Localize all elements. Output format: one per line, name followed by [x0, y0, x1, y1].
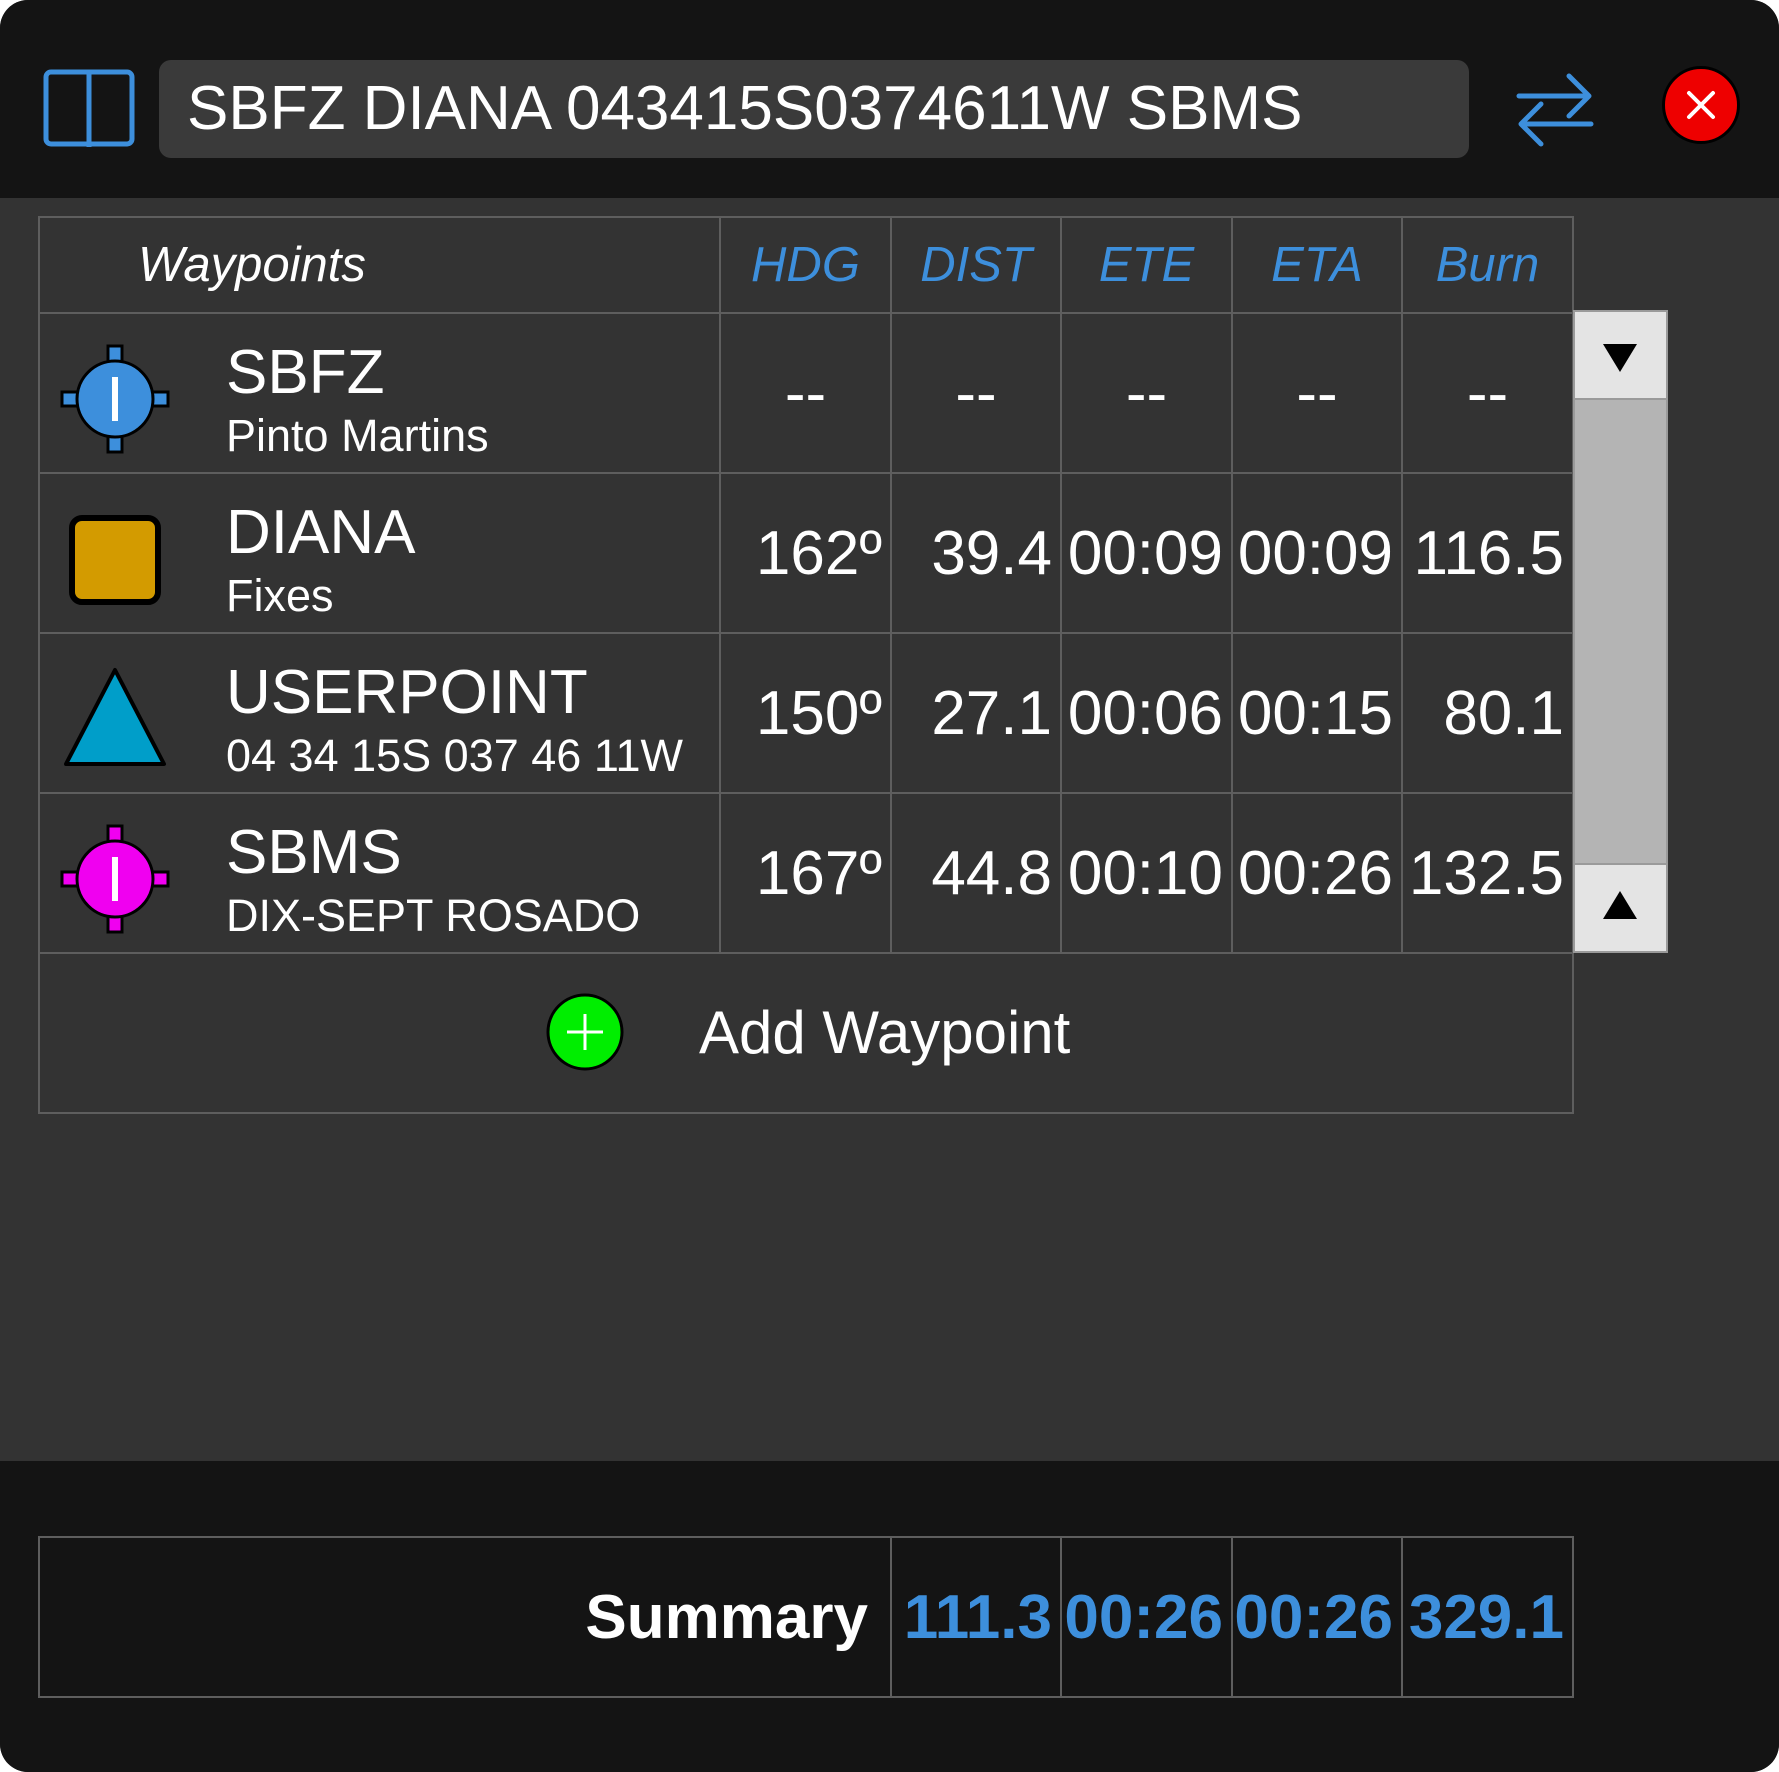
waypoint-cell: USERPOINT 04 34 15S 037 46 11W: [38, 632, 721, 794]
waypoint-cell: SBFZ Pinto Martins: [38, 312, 721, 474]
dist-value: 44.8: [890, 792, 1062, 954]
hdg-value: --: [719, 312, 892, 474]
col-header-hdg: HDG: [719, 216, 892, 314]
swap-arrows-icon[interactable]: [1515, 70, 1595, 150]
flight-plan-window: SBFZ DIANA 043415S0374611W SBMS Waypoint…: [0, 0, 1779, 1772]
burn-value: --: [1401, 312, 1574, 474]
waypoint-subtitle: Pinto Martins: [226, 410, 489, 461]
plus-circle-icon[interactable]: [545, 992, 625, 1072]
summary-row: Summary 111.3 00:26 00:26 329.1: [38, 1536, 1574, 1698]
summary-label: Summary: [38, 1536, 892, 1698]
table-header-row: Waypoints HDG DIST ETE ETA Burn: [38, 216, 1574, 314]
waypoint-cell: DIANA Fixes: [38, 472, 721, 634]
burn-value: 116.5: [1401, 472, 1574, 634]
scrollbar-track[interactable]: [1573, 400, 1668, 863]
summary-burn: 329.1: [1401, 1536, 1574, 1698]
waypoint-row-diana[interactable]: DIANA Fixes 162º 39.4 00:09 00:09 116.5: [38, 472, 1574, 634]
airport-magenta-icon: [60, 824, 170, 934]
scroll-down-button[interactable]: [1573, 310, 1668, 400]
col-header-waypoints: Waypoints: [38, 216, 721, 314]
hdg-value: 167º: [719, 792, 892, 954]
waypoint-name: SBFZ: [226, 338, 385, 407]
waypoint-row-sbms[interactable]: SBMS DIX-SEPT ROSADO 167º 44.8 00:10 00:…: [38, 792, 1574, 954]
add-waypoint-button[interactable]: Add Waypoint: [40, 954, 1572, 1112]
col-header-burn: Burn: [1401, 216, 1574, 314]
col-header-ete: ETE: [1060, 216, 1233, 314]
waypoint-row-sbfz[interactable]: SBFZ Pinto Martins -- -- -- -- --: [38, 312, 1574, 474]
waypoint-subtitle: DIX-SEPT ROSADO: [226, 890, 641, 941]
add-waypoint-label[interactable]: Add Waypoint: [699, 999, 1070, 1067]
eta-value: 00:15: [1231, 632, 1403, 794]
airport-blue-icon: [60, 344, 170, 454]
close-button[interactable]: [1662, 66, 1740, 144]
hdg-value: 162º: [719, 472, 892, 634]
ete-value: 00:06: [1060, 632, 1233, 794]
add-waypoint-row: Add Waypoint: [38, 952, 1574, 1114]
route-input[interactable]: SBFZ DIANA 043415S0374611W SBMS: [159, 60, 1469, 158]
dist-value: --: [890, 312, 1062, 474]
userpoint-triangle-icon: [64, 668, 166, 766]
col-header-eta: ETA: [1231, 216, 1403, 314]
dist-value: 27.1: [890, 632, 1062, 794]
burn-value: 80.1: [1401, 632, 1574, 794]
eta-value: 00:26: [1231, 792, 1403, 954]
waypoint-name: DIANA: [226, 498, 416, 567]
dist-value: 39.4: [890, 472, 1062, 634]
summary-dist: 111.3: [890, 1536, 1062, 1698]
eta-value: --: [1231, 312, 1403, 474]
waypoint-name: SBMS: [226, 818, 402, 887]
summary-ete: 00:26: [1060, 1536, 1233, 1698]
waypoint-subtitle: Fixes: [226, 570, 334, 621]
waypoint-name: USERPOINT: [226, 658, 588, 727]
col-header-dist: DIST: [890, 216, 1062, 314]
summary-eta: 00:26: [1231, 1536, 1403, 1698]
fix-square-icon: [69, 515, 161, 605]
ete-value: 00:09: [1060, 472, 1233, 634]
book-icon[interactable]: [43, 69, 135, 149]
close-icon: [1687, 91, 1715, 119]
triangle-down-icon: [1603, 344, 1637, 372]
ete-value: --: [1060, 312, 1233, 474]
waypoint-table: Waypoints HDG DIST ETE ETA Burn SBFZ Pin…: [38, 216, 1574, 1114]
triangle-up-icon: [1603, 891, 1637, 919]
summary-table: Summary 111.3 00:26 00:26 329.1: [38, 1536, 1574, 1698]
add-waypoint-cell: Add Waypoint: [38, 952, 1574, 1114]
header-bar: SBFZ DIANA 043415S0374611W SBMS: [0, 0, 1779, 198]
burn-value: 132.5: [1401, 792, 1574, 954]
eta-value: 00:09: [1231, 472, 1403, 634]
waypoint-subtitle: 04 34 15S 037 46 11W: [226, 730, 684, 781]
ete-value: 00:10: [1060, 792, 1233, 954]
hdg-value: 150º: [719, 632, 892, 794]
waypoint-cell: SBMS DIX-SEPT ROSADO: [38, 792, 721, 954]
waypoint-row-userpoint[interactable]: USERPOINT 04 34 15S 037 46 11W 150º 27.1…: [38, 632, 1574, 794]
scroll-up-button[interactable]: [1573, 863, 1668, 953]
